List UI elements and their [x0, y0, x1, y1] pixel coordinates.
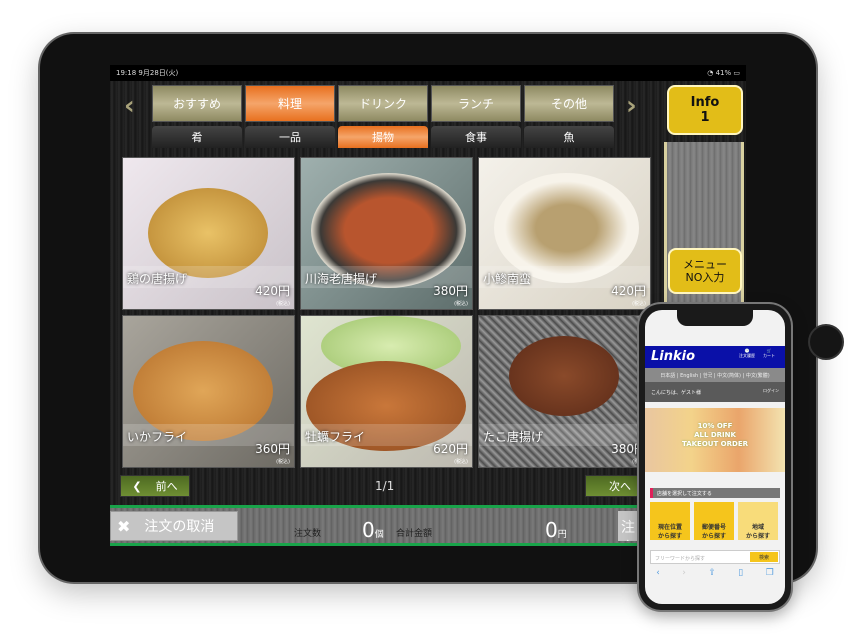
tabs-icon[interactable]: ❐	[766, 568, 774, 586]
menu-grid: 鶏の唐揚げ 420円 (税込) 川海老唐揚げ 380円 (税込) 小鯵南蛮 420円 (税込…	[122, 157, 651, 468]
subtab-meals[interactable]: 食事	[431, 126, 521, 148]
menu-item[interactable]: たこ唐揚げ380円(税込)	[478, 315, 651, 468]
menu-number-input-button[interactable]: メニュー NO入力	[668, 248, 742, 294]
menu-item[interactable]: 小鯵南蛮 420円 (税込)	[478, 157, 651, 310]
menu-item[interactable]: 川海老唐揚げ 380円 (税込)	[300, 157, 473, 310]
back-icon[interactable]: ‹	[656, 568, 660, 586]
subtab-single-dish[interactable]: 一品	[245, 126, 335, 148]
postal-code-button[interactable]: 郵便番号 から探す	[694, 502, 734, 540]
web-order-screen: Linkio 🕒 注文履歴 🛒 カート 日本語 | English | 한국 | 中…	[645, 310, 785, 604]
search-input[interactable]: フリーワードから探す 検索	[650, 550, 780, 564]
history-button[interactable]: 🕒 注文履歴	[739, 348, 755, 359]
promo-banner[interactable]: 10% OFF ALL DRINK TAKEOUT ORDER	[645, 408, 785, 472]
total-label: 合計金額	[396, 529, 433, 539]
status-time: 19:18	[116, 69, 137, 77]
chevron-right-icon[interactable]: ›	[626, 91, 637, 121]
prev-page-button[interactable]: ❮ 前へ	[120, 475, 190, 497]
section-heading: 店舗を選択して注文する	[650, 488, 780, 498]
status-date: 9月28日(火)	[138, 69, 179, 77]
tab-dishes[interactable]: 料理	[245, 85, 335, 122]
page-indicator: 1/1	[375, 479, 395, 493]
pager: ❮ 前へ 1/1 次へ	[120, 475, 655, 499]
share-icon[interactable]: ⇪	[708, 568, 716, 586]
notch	[677, 310, 753, 326]
battery-indicator: ◔ 41% ▭	[707, 69, 740, 77]
logo: Linkio	[651, 349, 696, 364]
greeting: こんにちは、ゲスト様 ログイン	[645, 382, 785, 402]
site-header: Linkio 🕒 注文履歴 🛒 カート	[645, 346, 785, 368]
current-location-button[interactable]: 現在位置 から探す	[650, 502, 690, 540]
close-icon: ✖	[117, 516, 131, 536]
home-button[interactable]	[808, 324, 844, 360]
order-footer: ✖注文の取消 注文数 0個 合計金額 0円 注文	[110, 505, 648, 546]
search-button[interactable]: 検索	[750, 552, 778, 562]
tab-recommended[interactable]: おすすめ	[152, 85, 242, 122]
bookmarks-icon[interactable]: ▯	[738, 568, 743, 586]
menu-item[interactable]: いかフライ 360円 (税込)	[122, 315, 295, 468]
cancel-order-button[interactable]: ✖ 注文の取消	[110, 511, 238, 541]
chevron-left-icon: ❮	[132, 479, 142, 493]
subcategory-tabs: 肴 一品 揚物 食事 魚	[152, 126, 614, 148]
subtab-fish[interactable]: 魚	[524, 126, 614, 148]
forward-icon[interactable]: ›	[682, 568, 686, 586]
order-count: 0個	[362, 518, 384, 542]
chevron-left-icon[interactable]: ‹	[124, 91, 135, 121]
browser-toolbar: ‹ › ⇪ ▯ ❐	[645, 568, 785, 586]
status-bar: 19:18 9月28日(火) ◔ 41% ▭	[110, 65, 746, 81]
tab-drinks[interactable]: ドリンク	[338, 85, 428, 122]
menu-item[interactable]: 鶏の唐揚げ 420円 (税込)	[122, 157, 295, 310]
order-count-label: 注文数	[294, 529, 322, 539]
subtab-snacks[interactable]: 肴	[152, 126, 242, 148]
iphone-frame: Linkio 🕒 注文履歴 🛒 カート 日本語 | English | 한국 | 中…	[639, 304, 791, 610]
menu-item[interactable]: 牡蠣フライ 620円 (税込)	[300, 315, 473, 468]
tab-other[interactable]: その他	[524, 85, 614, 122]
region-button[interactable]: 地域 から探す	[738, 502, 778, 540]
total-amount: 0円	[545, 518, 567, 542]
cart-button[interactable]: 🛒 カート	[763, 348, 775, 359]
store-search-buttons: 現在位置 から探す 郵便番号 から探す 地域 から探す	[650, 502, 778, 540]
info-button[interactable]: Info 1	[667, 85, 743, 135]
tab-lunch[interactable]: ランチ	[431, 85, 521, 122]
category-tabs: おすすめ 料理 ドリンク ランチ その他	[152, 85, 614, 122]
login-button[interactable]: ログイン	[763, 388, 779, 394]
subtab-fried[interactable]: 揚物	[338, 126, 428, 148]
language-links[interactable]: 日本語 | English | 한국 | 中文(简体) | 中文(繁體)	[645, 368, 785, 382]
